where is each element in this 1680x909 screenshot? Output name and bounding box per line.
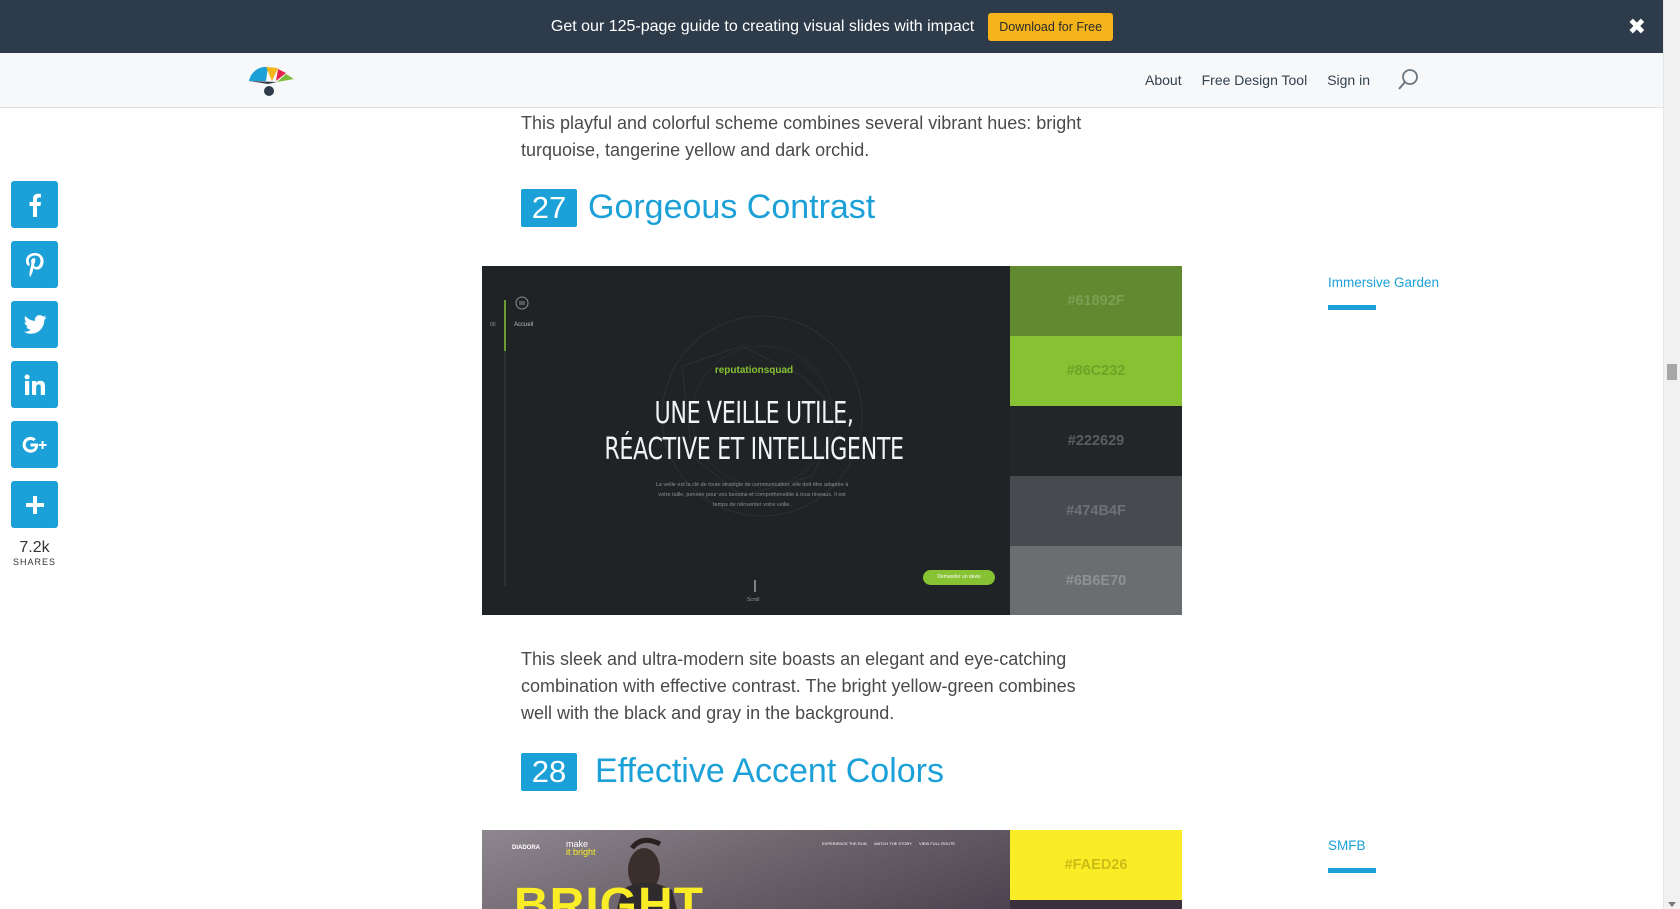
swatch-1: #FAED26: [1010, 830, 1182, 900]
nav-free-design-tool[interactable]: Free Design Tool: [1202, 72, 1308, 88]
site-body-text: La veille est la clé de toute stratégie …: [655, 482, 849, 508]
swatch-hex: #61892F: [1067, 293, 1125, 309]
swatch-5: #6B6E70: [1010, 546, 1182, 615]
logo[interactable]: [246, 63, 296, 97]
menu-label: Accueil: [514, 322, 534, 328]
download-button[interactable]: Download for Free: [988, 12, 1114, 41]
site-cta-button: Demander un devis: [923, 570, 995, 585]
promo-text: Get our 125-page guide to creating visua…: [550, 17, 975, 35]
showcase-28: DIADORA make it bright EXPERIENCE THE RU…: [482, 830, 1182, 909]
site-headline-line2: RÉACTIVE ET INTELLIGENTE: [604, 432, 904, 467]
diadora-brand: DIADORA: [512, 845, 540, 851]
diadora-tagline-2: it bright: [566, 847, 596, 857]
facebook-share-button[interactable]: [11, 181, 58, 228]
pinterest-share-button[interactable]: [11, 241, 58, 288]
sidebar-link-immersive-garden[interactable]: Immersive Garden: [1328, 275, 1439, 290]
nav-sign-in[interactable]: Sign in: [1327, 72, 1370, 88]
section-27-heading: 27 Gorgeous Contrast: [521, 188, 875, 227]
more-share-button[interactable]: [11, 481, 58, 528]
sidebar-underline: [1328, 868, 1376, 873]
swatch-hex: #FAED26: [1064, 857, 1128, 873]
section-title: Effective Accent Colors: [595, 752, 944, 790]
site-brand: reputationsquad: [714, 365, 794, 376]
facebook-icon: [29, 193, 41, 217]
section-28-heading: 28 Effective Accent Colors: [521, 752, 944, 791]
section-title: Gorgeous Contrast: [588, 188, 876, 226]
swatch-4: #474B4F: [1010, 476, 1182, 546]
scroll-thumb[interactable]: [1667, 364, 1677, 380]
twitter-share-button[interactable]: [11, 301, 58, 348]
google-plus-icon: [22, 436, 47, 453]
linkedin-icon: [24, 374, 45, 395]
share-count-number: 7.2k: [19, 539, 50, 556]
color-palette-28: #FAED26: [1010, 830, 1182, 909]
site-screenshot-diadora: DIADORA make it bright EXPERIENCE THE RU…: [482, 830, 1010, 909]
section-27-description: This sleek and ultra-modern site boasts …: [521, 649, 1076, 723]
swatch-2: #86C232: [1010, 336, 1182, 406]
showcase-27: 00 Accueil reputationsquad UNE VEILLE UT…: [482, 266, 1182, 615]
site-screenshot-reputationsquad: 00 Accueil reputationsquad UNE VEILLE UT…: [482, 266, 1010, 615]
pinterest-icon: [25, 252, 44, 277]
color-palette-27: #61892F #86C232 #222629 #474B4F #6B6E70: [1010, 266, 1182, 615]
linkedin-share-button[interactable]: [11, 361, 58, 408]
diadora-headline: BRIGHT: [514, 879, 704, 909]
plus-icon: [25, 495, 44, 514]
google-plus-share-button[interactable]: [11, 421, 58, 468]
sidebar-underline: [1328, 305, 1376, 310]
social-share-bar: 7.2k SHARES: [11, 181, 58, 567]
menu-number: 00: [490, 322, 496, 328]
diadora-nav-2: WATCH THE STORY: [874, 841, 913, 846]
nav-links: About Free Design Tool Sign in: [1125, 53, 1420, 107]
swatch-2-partial: [1010, 900, 1182, 909]
share-count-label: SHARES: [12, 557, 56, 567]
swatch-1: #61892F: [1010, 266, 1182, 336]
scroll-down-arrow-icon[interactable]: [1668, 902, 1676, 907]
swatch-hex: #222629: [1067, 433, 1125, 449]
navbar: About Free Design Tool Sign in: [0, 53, 1664, 108]
site-headline-line1: UNE VEILLE UTILE,: [654, 396, 854, 431]
scrollbar[interactable]: [1663, 0, 1680, 909]
swatch-3: #222629: [1010, 406, 1182, 476]
nav-about[interactable]: About: [1145, 72, 1182, 88]
search-icon[interactable]: [1396, 68, 1420, 92]
twitter-icon: [23, 314, 46, 334]
section-number-badge: 27: [521, 188, 577, 227]
site-scroll-label: Scroll: [747, 597, 760, 603]
swatch-hex: #86C232: [1066, 363, 1126, 379]
section-number-badge: 28: [521, 752, 577, 791]
diadora-nav-3: VIEW FULL ROUTE: [919, 841, 956, 846]
sidebar-link-smfb[interactable]: SMFB: [1328, 838, 1366, 853]
share-count: 7.2k SHARES: [11, 539, 58, 567]
swatch-hex: #474B4F: [1066, 503, 1126, 519]
close-icon[interactable]: ✖: [1628, 14, 1646, 40]
swatch-hex: #6B6E70: [1065, 572, 1127, 589]
intro-paragraph: This playful and colorful scheme combine…: [521, 113, 1082, 160]
diadora-nav-1: EXPERIENCE THE RUN: [822, 841, 867, 846]
promo-banner: Get our 125-page guide to creating visua…: [0, 0, 1664, 53]
